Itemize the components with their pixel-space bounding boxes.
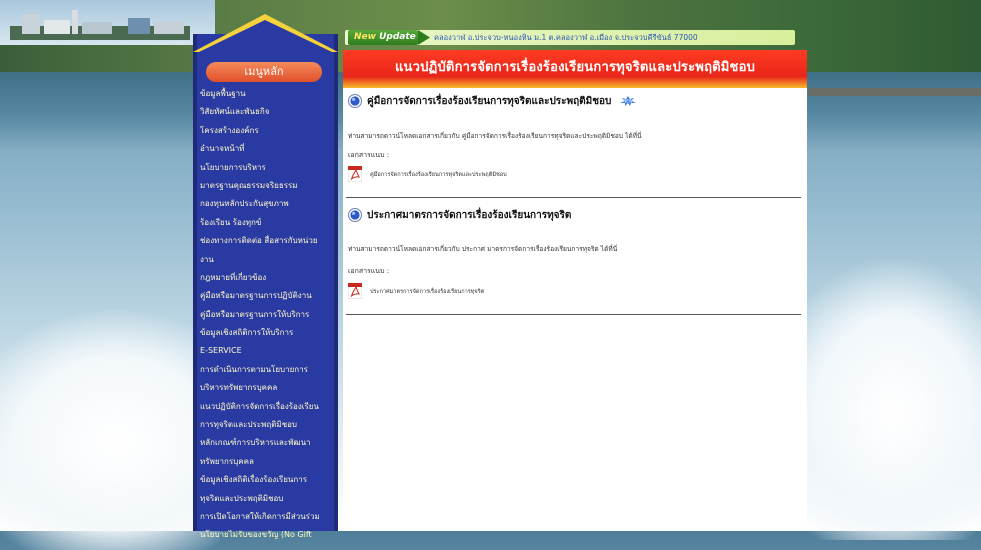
background-cloud-right [790,260,981,540]
sidebar-item[interactable]: มาตรฐานคุณธรรมจริยธรรม [200,177,336,195]
news-badge-new: New [354,32,376,42]
section-title[interactable]: คู่มือการจัดการเรื่องร้องเรียนการทุจริตแ… [367,94,611,109]
sidebar-menu: ข้อมูลพื้นฐาน วิสัยทัศน์และพันธกิจ โครงสร้… [200,85,336,545]
pdf-icon[interactable] [348,283,362,299]
sidebar-item[interactable]: นโยบายการบริหาร [200,159,336,177]
section-description: ท่านสามารถดาวน์โหลดเอกสารเกี่ยวกับ ประกา… [348,245,618,253]
news-arrow-icon [418,30,430,45]
sidebar-item[interactable]: ข้อมูลพื้นฐาน [200,85,336,103]
news-ticker-text[interactable]: คลองวาฬ อ.ประจวบ-หนองหิน ม.1 ต.คลองวาฬ อ… [434,30,698,45]
file-link[interactable]: ประกาศมาตรการจัดการเรื่องร้องเรียนการทุจ… [370,288,484,296]
sidebar-item[interactable]: ทรัพยากรบุคคล [200,453,336,471]
background-factory [10,10,190,40]
attachment-label: เอกสารแนบ : [348,151,390,159]
section-divider [346,197,801,198]
sidebar-item[interactable]: การดำเนินการตามนโยบายการ [200,361,336,379]
sidebar-item[interactable]: การเปิดโอกาสให้เกิดการมีส่วนร่วม [200,508,336,526]
sidebar-item[interactable]: งาน [200,251,336,269]
section-header: คู่มือการจัดการเรื่องร้องเรียนการทุจริตแ… [348,92,639,110]
sidebar-item[interactable]: ข้อมูลเชิงสถิติการให้บริการ [200,324,336,342]
section-divider [346,314,801,315]
sidebar-item[interactable]: กองทุนหลักประกันสุขภาพ [200,195,336,213]
sidebar-item[interactable]: อำนาจหน้าที่ [200,140,336,158]
sidebar-item[interactable]: โครงสร้างองค์กร [200,122,336,140]
section-header: ประกาศมาตรการจัดการเรื่องร้องเรียนการทุจ… [348,206,571,224]
sidebar-item[interactable]: หลักเกณฑ์การบริหารและพัฒนา [200,434,336,452]
news-badge: New Update [348,30,418,45]
section-description: ท่านสามารถดาวน์โหลดเอกสารเกี่ยวกับ คู่มื… [348,132,642,140]
sidebar-item[interactable]: การทุจริตและประพฤติมิชอบ [200,416,336,434]
sidebar-item[interactable]: ร้องเรียน ร้องทุกข์ [200,214,336,232]
background-dock [808,88,981,96]
sidebar-item[interactable]: แนวปฏิบัติการจัดการเรื่องร้องเรียน [200,398,336,416]
sidebar-item[interactable]: นโยบายไม่รับของขวัญ (No Gift [200,526,336,544]
attachment-label: เอกสารแนบ : [348,267,390,275]
background-cloud-left [0,310,220,550]
sidebar-item[interactable]: คู่มือหรือมาตรฐานการให้บริการ [200,306,336,324]
sidebar-cap [193,14,338,52]
sidebar-item[interactable]: กฎหมายที่เกี่ยวข้อง [200,269,336,287]
sidebar-item[interactable]: บริหารทรัพยากรบุคคล [200,379,336,397]
menu-header: เมนูหลัก [206,62,322,82]
svg-text:NEW: NEW [624,99,634,104]
sidebar-item[interactable]: ข้อมูลเชิงสถิติเรื่องร้องเรียนการ [200,471,336,489]
sidebar-item[interactable]: วิสัยทัศน์และพันธกิจ [200,103,336,121]
section-title[interactable]: ประกาศมาตรการจัดการเรื่องร้องเรียนการทุจ… [367,208,571,223]
sidebar-item[interactable]: ช่องทางการติดต่อ สื่อสารกับหน่วย [200,232,336,250]
page-title: แนวปฏิบัติการจัดการเรื่องร้องเรียนการทุจ… [394,60,756,75]
blue-orb-icon [348,208,362,222]
sidebar-item[interactable]: คู่มือหรือมาตรฐานการปฏิบัติงาน [200,287,336,305]
sidebar-item[interactable]: E-SERVICE [200,342,336,360]
news-badge-update: Update [379,32,416,42]
blue-orb-icon [348,94,362,108]
file-link[interactable]: คู่มือการจัดการเรื่องร้องเรียนการทุจริตแ… [370,171,507,179]
pdf-icon[interactable] [348,166,362,182]
sidebar-item[interactable]: ทุจริตและประพฤติมิชอบ [200,490,336,508]
new-star-icon: NEW [620,96,637,106]
